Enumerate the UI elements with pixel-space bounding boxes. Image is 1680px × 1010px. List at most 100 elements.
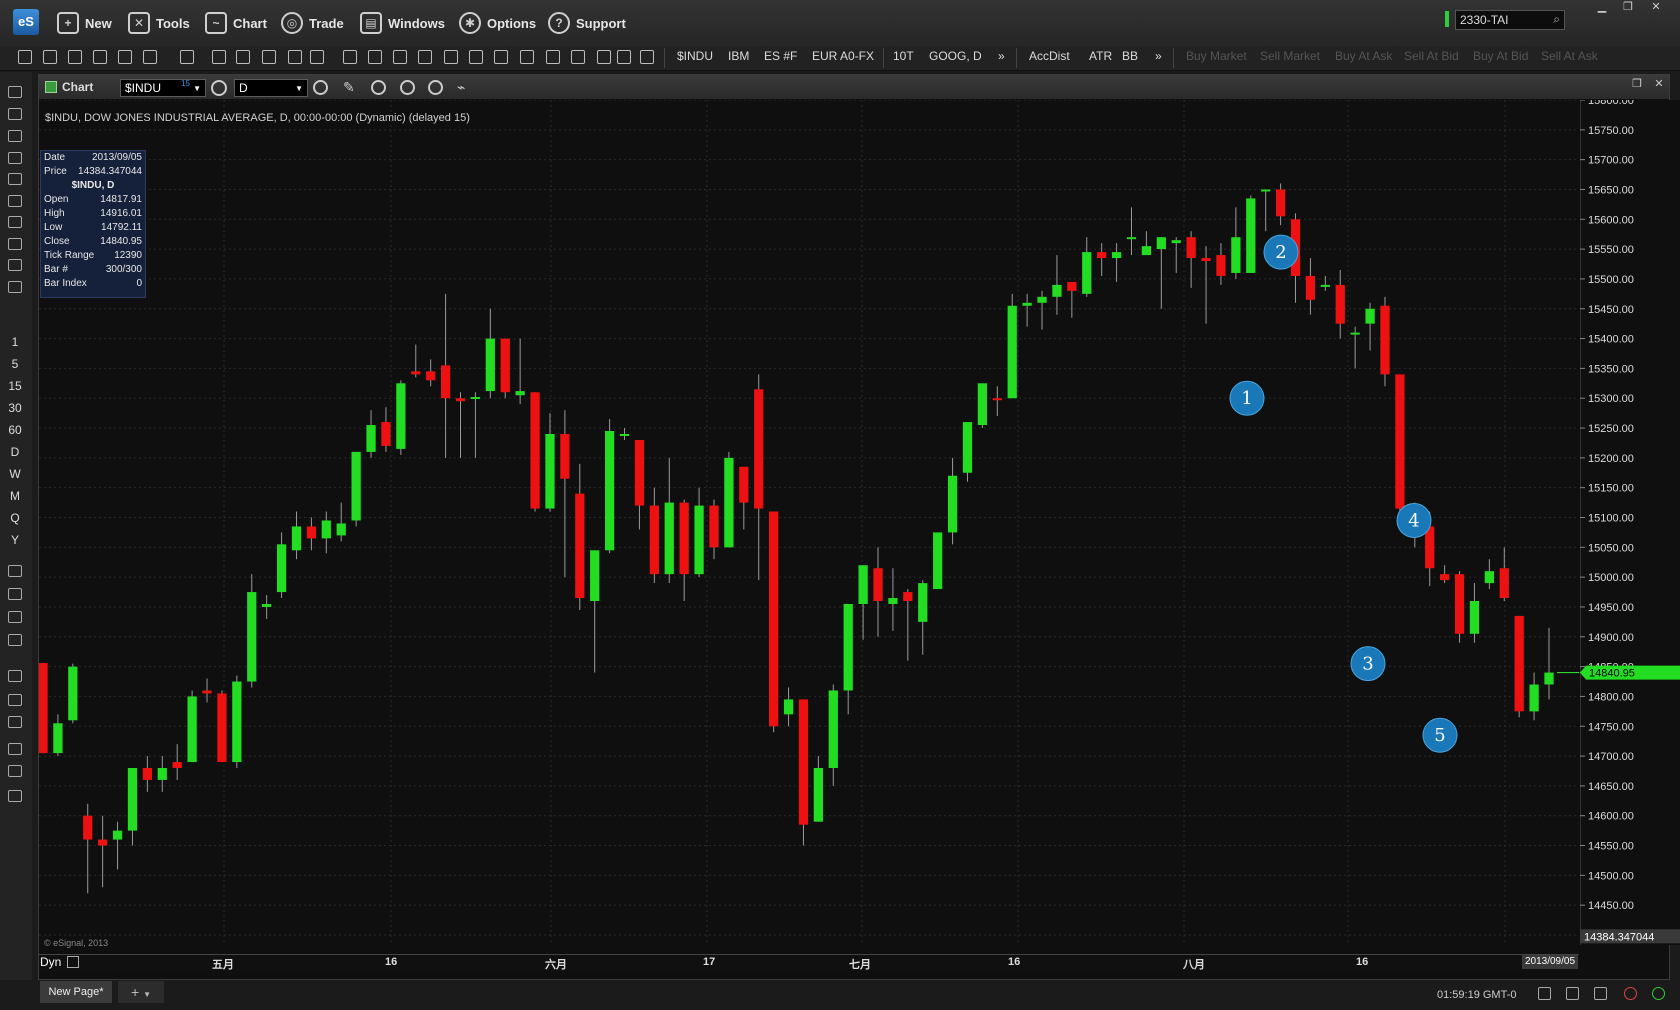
power-icon[interactable]: [1652, 987, 1665, 1000]
left-tool-icon[interactable]: [8, 195, 22, 207]
toolbar-symbol-ibm[interactable]: IBM: [728, 49, 749, 63]
indicator-icon[interactable]: [18, 50, 32, 64]
left-tool-icon[interactable]: [8, 173, 22, 185]
bar-icon[interactable]: [212, 50, 226, 64]
left-tool-icon[interactable]: [8, 130, 22, 142]
symbol-settings-icon[interactable]: [211, 80, 227, 96]
page-icon[interactable]: [368, 50, 382, 64]
line-icon[interactable]: [262, 50, 276, 64]
left-tool-icon[interactable]: [8, 694, 22, 706]
message-icon[interactable]: [1538, 987, 1551, 1000]
new-menu[interactable]: + New: [57, 11, 112, 35]
left-tool-icon[interactable]: [8, 765, 22, 777]
sell-at-ask-button[interactable]: Sell At Ask: [1541, 49, 1598, 63]
left-tool-icon[interactable]: [8, 86, 22, 98]
toolbar-more-studies[interactable]: »: [1155, 49, 1162, 63]
table-icon[interactable]: [43, 50, 57, 64]
chart2-icon[interactable]: [571, 50, 585, 64]
toolbar-more-symbols[interactable]: »: [998, 49, 1005, 63]
toolbar-symbol-es[interactable]: ES #F: [764, 49, 797, 63]
left-tool-icon[interactable]: [8, 743, 22, 755]
toolbar-symbol-goog[interactable]: GOOG, D: [929, 49, 982, 63]
symbol-search-input[interactable]: 2330-TAI ⌕: [1455, 10, 1565, 30]
alert-icon[interactable]: [428, 80, 443, 95]
options-menu[interactable]: ✱ Options: [459, 11, 536, 35]
sound-icon[interactable]: [1594, 987, 1607, 1000]
toolbar-symbol-eur[interactable]: EUR A0-FX: [812, 49, 874, 63]
arrows-icon[interactable]: [444, 50, 458, 64]
sell-market-button[interactable]: Sell Market: [1260, 49, 1320, 63]
windows-menu[interactable]: ▤ Windows: [360, 11, 445, 35]
chevron-down-icon[interactable]: ▼: [143, 990, 151, 999]
buy-market-button[interactable]: Buy Market: [1186, 49, 1247, 63]
left-tool-icon[interactable]: [8, 259, 22, 271]
left-tool-icon[interactable]: [8, 670, 22, 682]
sync-icon[interactable]: [418, 50, 432, 64]
search-icon[interactable]: ⌕: [1553, 12, 1560, 27]
dollar-icon[interactable]: [68, 50, 82, 64]
chart-menu[interactable]: ~ Chart: [205, 11, 267, 35]
sell-at-bid-button[interactable]: Sell At Bid: [1404, 49, 1459, 63]
left-tool-icon[interactable]: [8, 152, 22, 164]
add-page-button[interactable]: + ▼: [118, 981, 164, 1003]
toolbar-study-atr[interactable]: ATR: [1089, 49, 1112, 63]
interval-1[interactable]: 1: [0, 335, 30, 349]
expand-icon[interactable]: [520, 50, 534, 64]
select-icon[interactable]: [180, 50, 194, 64]
time-axis[interactable]: [39, 954, 1579, 971]
left-tool-icon[interactable]: [8, 238, 22, 250]
tools-menu[interactable]: ✕ Tools: [128, 11, 190, 35]
keyboard-icon[interactable]: [1566, 987, 1579, 1000]
arrows2-icon[interactable]: [469, 50, 483, 64]
support-menu[interactable]: ? Support: [548, 11, 626, 35]
close-button[interactable]: ✕: [1644, 0, 1668, 14]
left-tool-icon[interactable]: [8, 611, 22, 623]
minimize-button[interactable]: ▁: [1590, 0, 1614, 14]
clock-icon[interactable]: [313, 80, 328, 95]
trade-menu[interactable]: ◎ Trade: [281, 11, 344, 35]
drop-icon[interactable]: [93, 50, 107, 64]
extra-icon[interactable]: [617, 50, 631, 64]
chart-interval-field[interactable]: D ▼: [234, 79, 308, 97]
buy-at-bid-button[interactable]: Buy At Bid: [1473, 49, 1528, 63]
settings-icon[interactable]: [597, 50, 611, 64]
chevron-down-icon[interactable]: ▼: [193, 84, 201, 93]
left-tool-icon[interactable]: [8, 790, 22, 802]
page-tab[interactable]: New Page*: [40, 981, 112, 1003]
chevron-down-icon[interactable]: ▼: [295, 84, 303, 93]
play-icon[interactable]: [400, 80, 415, 95]
price-chart[interactable]: 1 2 3 4 5: [39, 100, 1579, 945]
window-icon[interactable]: [343, 50, 357, 64]
pencil-icon[interactable]: ✎: [343, 79, 355, 96]
buy-at-ask-button[interactable]: Buy At Ask: [1335, 49, 1392, 63]
chart-symbol-field[interactable]: $INDU 15 ▼: [120, 79, 206, 97]
zoom-icon[interactable]: [494, 50, 508, 64]
interval-5[interactable]: 5: [0, 357, 30, 371]
interval-Y[interactable]: Y: [0, 533, 30, 547]
toolbar-study-accdist[interactable]: AccDist: [1029, 49, 1070, 63]
refresh-icon[interactable]: [371, 80, 386, 95]
extra2-icon[interactable]: [640, 50, 654, 64]
candle-icon[interactable]: [236, 50, 250, 64]
interval-M[interactable]: M: [0, 489, 30, 503]
draw-tool-icon[interactable]: ⌁: [457, 79, 465, 96]
left-tool-icon[interactable]: [8, 634, 22, 646]
dynamic-toggle[interactable]: Dyn: [40, 955, 61, 969]
grid-icon[interactable]: [143, 50, 157, 64]
interval-30[interactable]: 30: [0, 401, 30, 415]
interval-60[interactable]: 60: [0, 423, 30, 437]
toolbar-study-bb[interactable]: BB: [1122, 49, 1138, 63]
left-tool-icon[interactable]: [8, 565, 22, 577]
interval-W[interactable]: W: [0, 467, 30, 481]
interval-D[interactable]: D: [0, 445, 30, 459]
left-tool-icon[interactable]: [8, 108, 22, 120]
esignal-logo[interactable]: eS: [13, 9, 39, 35]
connection-off-icon[interactable]: [1624, 987, 1637, 1000]
hist-icon[interactable]: [310, 50, 324, 64]
left-tool-icon[interactable]: [8, 281, 22, 293]
list-icon[interactable]: [118, 50, 132, 64]
interval-15[interactable]: 15: [0, 379, 30, 393]
chart-restore-button[interactable]: ❐: [1625, 77, 1649, 91]
price-axis[interactable]: 14400.0014450.0014500.0014550.0014600.00…: [1580, 100, 1680, 945]
chart-close-button[interactable]: ✕: [1647, 77, 1671, 91]
